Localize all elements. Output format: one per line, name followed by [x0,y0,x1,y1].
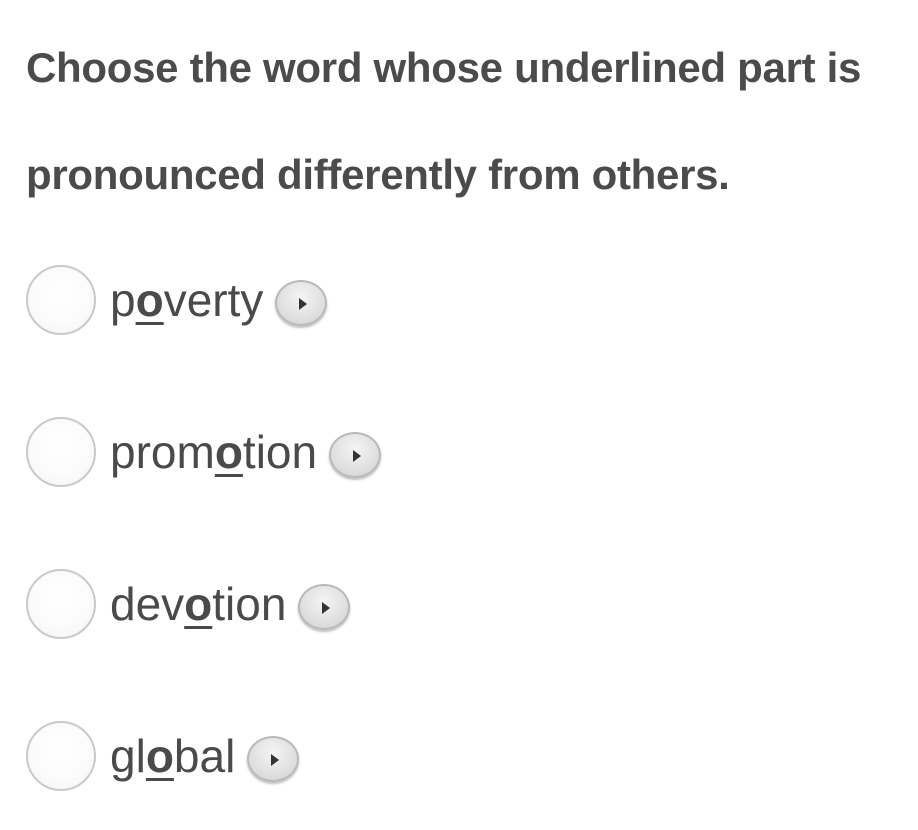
option-3[interactable]: devotion [26,564,351,644]
option-3-underlined-part: o [184,578,213,630]
option-4-radio[interactable] [26,721,96,791]
option-4-underlined-part: o [145,730,174,782]
play-triangle-icon [322,602,331,614]
play-triangle-icon [271,754,280,766]
option-3-word-end: tion [212,578,287,630]
answer-options: poverty promotion devotion global [0,0,918,830]
option-4-play-icon[interactable] [247,736,300,782]
option-2-word-start: prom [110,426,215,478]
option-2-underlined-part: o [214,426,243,478]
option-3-radio[interactable] [26,569,96,639]
option-1-word-start: p [110,274,136,326]
option-3-word-start: dev [110,578,185,630]
option-2-word: promotion [110,429,317,475]
play-triangle-icon [299,298,308,310]
option-1-word: poverty [110,277,263,323]
play-triangle-icon [353,450,362,462]
option-1-radio[interactable] [26,265,96,335]
option-1-word-end: verty [163,274,264,326]
option-4-word-end: bal [173,730,236,782]
option-2-play-icon[interactable] [329,432,382,478]
option-3-word: devotion [110,581,286,627]
option-4-word-start: gl [110,730,146,782]
option-1-play-icon[interactable] [275,280,328,326]
option-3-play-icon[interactable] [298,584,351,630]
option-2-word-end: tion [242,426,318,478]
option-1[interactable]: poverty [26,260,328,340]
option-4[interactable]: global [26,716,300,796]
option-4-word: global [110,733,235,779]
option-2[interactable]: promotion [26,412,382,492]
option-2-radio[interactable] [26,417,96,487]
option-1-underlined-part: o [135,274,164,326]
